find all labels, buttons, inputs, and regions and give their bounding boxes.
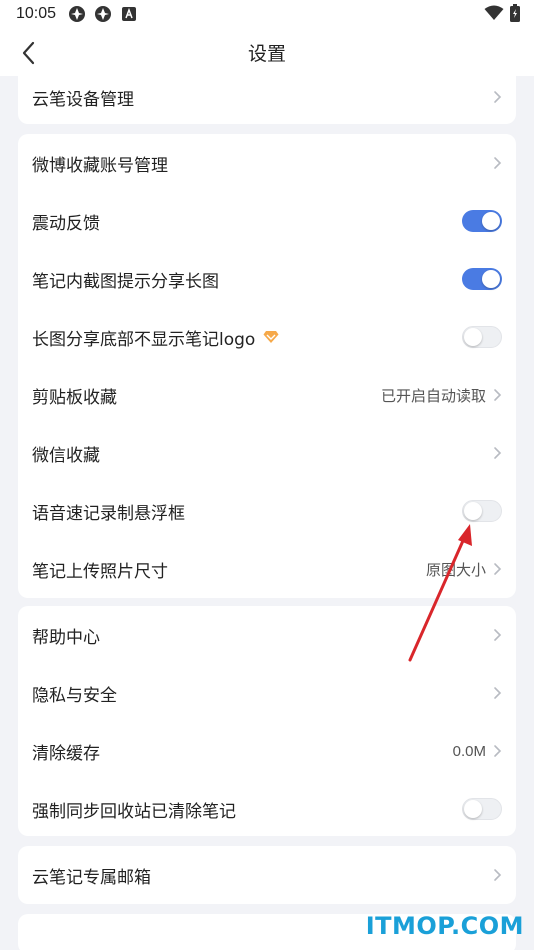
setting-value: 0.0M	[452, 742, 486, 760]
force-sync-toggle[interactable]	[462, 798, 502, 820]
chevron-right-icon	[494, 563, 502, 575]
toggle-knob	[464, 502, 482, 520]
settings-card-general: 微博收藏账号管理 震动反馈 笔记内截图提示分享长图 长图分享底部不显示笔记log…	[18, 134, 516, 598]
chevron-right-icon	[494, 389, 502, 401]
chevron-left-icon	[22, 41, 35, 65]
battery-icon	[510, 4, 520, 22]
toggle-knob	[464, 328, 482, 346]
nav-bar: 设置	[0, 28, 534, 76]
status-bar: 10:05	[0, 0, 534, 28]
back-button[interactable]	[14, 38, 44, 68]
setting-label: 剪贴板收藏	[32, 387, 117, 408]
setting-row-privacy[interactable]: 隐私与安全	[18, 664, 516, 722]
setting-label: 强制同步回收站已清除笔记	[32, 801, 236, 822]
toggle-knob	[482, 212, 500, 230]
status-time: 10:05	[16, 5, 57, 22]
toggle-knob	[482, 270, 500, 288]
setting-row-weibo-account[interactable]: 微博收藏账号管理	[18, 134, 516, 192]
settings-card-device: 云笔设备管理	[18, 76, 516, 124]
setting-row-photo-size[interactable]: 笔记上传照片尺寸 原图大小	[18, 540, 516, 598]
setting-row-vibration: 震动反馈	[18, 192, 516, 250]
chevron-right-icon	[494, 157, 502, 169]
setting-row-force-sync: 强制同步回收站已清除笔记	[18, 780, 516, 836]
page-title: 设置	[247, 42, 286, 65]
setting-row-screenshot-share: 笔记内截图提示分享长图	[18, 250, 516, 308]
setting-row-voice-float: 语音速记录制悬浮框	[18, 482, 516, 540]
wifi-icon	[484, 5, 504, 21]
setting-row-wechat[interactable]: 微信收藏	[18, 424, 516, 482]
setting-row-clipboard[interactable]: 剪贴板收藏 已开启自动读取	[18, 366, 516, 424]
setting-row-pen-device[interactable]: 云笔设备管理	[18, 76, 516, 124]
chevron-right-icon	[494, 447, 502, 459]
setting-value: 已开启自动读取	[380, 386, 486, 405]
chevron-right-icon	[494, 869, 502, 881]
settings-card-email: 云笔记专属邮箱	[18, 846, 516, 904]
setting-label: 帮助中心	[32, 627, 100, 648]
setting-label: 隐私与安全	[32, 685, 117, 706]
setting-label: 长图分享底部不显示笔记logo	[32, 329, 256, 350]
setting-label: 语音速记录制悬浮框	[32, 503, 185, 524]
chevron-right-icon	[494, 745, 502, 757]
vip-diamond-icon	[263, 330, 279, 344]
screenshot-share-toggle[interactable]	[462, 268, 502, 290]
status-right	[484, 4, 520, 22]
toggle-knob	[464, 800, 482, 818]
chevron-right-icon	[494, 629, 502, 641]
setting-label: 震动反馈	[32, 213, 100, 234]
app-notification-icon	[68, 5, 86, 23]
setting-label: 云笔记专属邮箱	[32, 867, 151, 888]
setting-value: 原图大小	[425, 560, 486, 579]
hide-logo-toggle[interactable]	[462, 326, 502, 348]
chevron-right-icon	[494, 91, 502, 103]
setting-label: 云笔设备管理	[32, 89, 134, 110]
setting-label: 微博收藏账号管理	[32, 155, 168, 176]
setting-label: 微信收藏	[32, 445, 100, 466]
voice-float-toggle[interactable]	[462, 500, 502, 522]
setting-row-clear-cache[interactable]: 清除缓存 0.0M	[18, 722, 516, 780]
setting-label: 笔记内截图提示分享长图	[32, 271, 219, 292]
setting-label: 笔记上传照片尺寸	[32, 561, 168, 582]
setting-row-hide-logo: 长图分享底部不显示笔记logo	[18, 308, 516, 366]
keyboard-notification-icon	[120, 5, 138, 23]
watermark: ITMOP.COM	[365, 912, 524, 940]
setting-row-help[interactable]: 帮助中心	[18, 606, 516, 664]
vibration-toggle[interactable]	[462, 210, 502, 232]
chevron-right-icon	[494, 687, 502, 699]
setting-label: 清除缓存	[32, 743, 100, 764]
settings-card-support: 帮助中心 隐私与安全 清除缓存 0.0M 强制同步回收站已清除笔记	[18, 606, 516, 836]
app-notification-icon	[94, 5, 112, 23]
setting-row-email[interactable]: 云笔记专属邮箱	[18, 846, 516, 904]
